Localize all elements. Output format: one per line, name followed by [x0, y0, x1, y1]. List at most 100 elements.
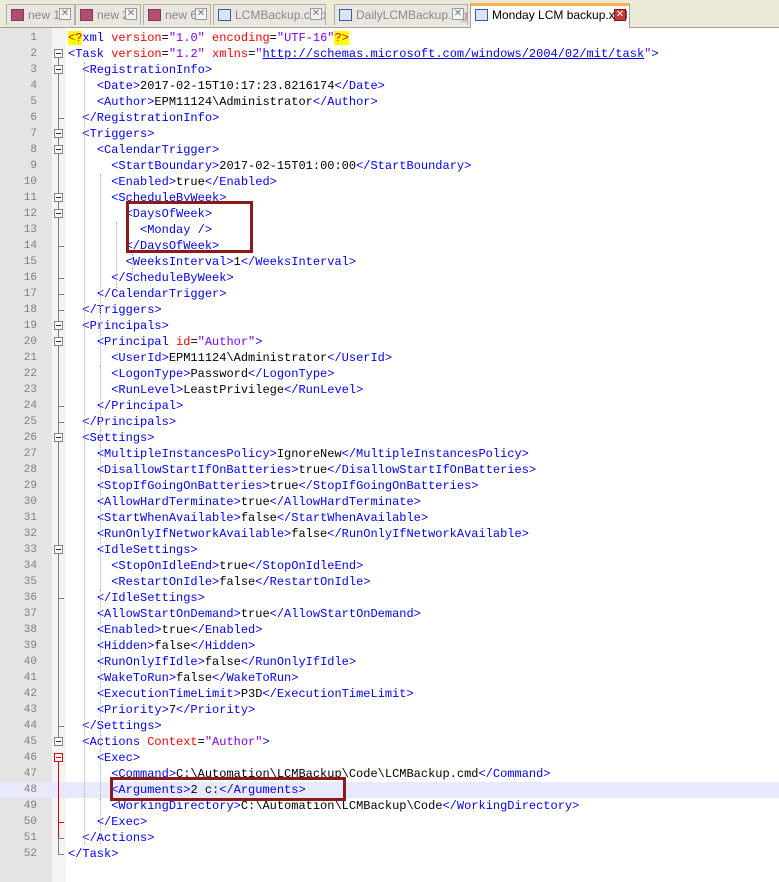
tab-3[interactable]: new 6 ✕	[143, 4, 211, 25]
code-line[interactable]: 12 <DaysOfWeek>	[0, 206, 779, 222]
code-line[interactable]: 41 <WakeToRun>false</WakeToRun>	[0, 670, 779, 686]
line-number: 11	[23, 192, 37, 204]
code-line[interactable]: 8 <CalendarTrigger>	[0, 142, 779, 158]
tab-close-icon[interactable]: ✕	[614, 9, 626, 21]
code-line[interactable]: 29 <StopIfGoingOnBatteries>true</StopIfG…	[0, 478, 779, 494]
fold-toggle-icon[interactable]	[54, 193, 63, 202]
code-line[interactable]: 20 <Principal id="Author">	[0, 334, 779, 350]
line-code: </Actions>	[68, 830, 154, 846]
xml-text	[68, 623, 97, 637]
xml-attribute: version	[111, 31, 162, 45]
tab-close-icon[interactable]: ✕	[452, 8, 464, 20]
line-code: <AllowStartOnDemand>true</AllowStartOnDe…	[68, 606, 421, 622]
xml-tag: </WakeToRun>	[212, 671, 299, 685]
highlight-box-days-of-week	[126, 201, 253, 253]
xml-tag: <StopIfGoingOnBatteries>	[96, 479, 270, 493]
tab-2[interactable]: new 2 ✕	[75, 4, 141, 25]
fold-end-marker	[58, 406, 64, 407]
line-number: 6	[30, 112, 37, 124]
xml-text: true	[176, 175, 205, 189]
fold-toggle-icon[interactable]	[54, 545, 63, 554]
code-line[interactable]: 22 <LogonType>Password</LogonType>	[0, 366, 779, 382]
code-line[interactable]: 28 <DisallowStartIfOnBatteries>true</Dis…	[0, 462, 779, 478]
code-line[interactable]: 31 <StartWhenAvailable>false</StartWhenA…	[0, 510, 779, 526]
fold-toggle-icon[interactable]	[54, 321, 63, 330]
code-line[interactable]: 19 <Principals>	[0, 318, 779, 334]
code-line[interactable]: 4 <Date>2017-02-15T10:17:23.8216174</Dat…	[0, 78, 779, 94]
code-line[interactable]: 10 <Enabled>true</Enabled>	[0, 174, 779, 190]
code-line[interactable]: 46 <Exec>	[0, 750, 779, 766]
fold-toggle-icon[interactable]	[54, 753, 63, 762]
code-line[interactable]: 33 <IdleSettings>	[0, 542, 779, 558]
tab-6[interactable]: Monday LCM backup.xml ✕	[470, 3, 630, 28]
code-line[interactable]: 51 </Actions>	[0, 830, 779, 846]
code-line[interactable]: 44 </Settings>	[0, 718, 779, 734]
fold-toggle-icon[interactable]	[54, 65, 63, 74]
code-line[interactable]: 26 <Settings>	[0, 430, 779, 446]
xml-text: 2017-02-15T01:00:00	[219, 159, 357, 173]
line-code: </Exec>	[68, 814, 147, 830]
xml-tag: </Date>	[334, 79, 385, 93]
xml-tag: </StopIfGoingOnBatteries>	[298, 479, 479, 493]
code-line[interactable]: 36 </IdleSettings>	[0, 590, 779, 606]
tab-close-icon[interactable]: ✕	[59, 8, 71, 20]
code-line[interactable]: 37 <AllowStartOnDemand>true</AllowStartO…	[0, 606, 779, 622]
fold-toggle-icon[interactable]	[54, 145, 63, 154]
code-line[interactable]: 32 <RunOnlyIfNetworkAvailable>false</Run…	[0, 526, 779, 542]
code-line[interactable]: 43 <Priority>7</Priority>	[0, 702, 779, 718]
fold-toggle-icon[interactable]	[54, 737, 63, 746]
xml-declaration: ?>	[334, 31, 349, 45]
tab-close-icon[interactable]: ✕	[125, 8, 137, 20]
code-line[interactable]: 39 <Hidden>false</Hidden>	[0, 638, 779, 654]
code-line[interactable]: 3 <RegistrationInfo>	[0, 62, 779, 78]
xml-tag: </ExecutionTimeLimit>	[262, 687, 414, 701]
code-line[interactable]: 25 </Principals>	[0, 414, 779, 430]
code-line[interactable]: 21 <UserId>EPM11124\Administrator</UserI…	[0, 350, 779, 366]
code-line[interactable]: 34 <StopOnIdleEnd>true</StopOnIdleEnd>	[0, 558, 779, 574]
fold-toggle-icon[interactable]	[54, 337, 63, 346]
code-line[interactable]: 42 <ExecutionTimeLimit>P3D</ExecutionTim…	[0, 686, 779, 702]
code-line[interactable]: 11 <ScheduleByWeek>	[0, 190, 779, 206]
fold-line-active	[58, 762, 59, 842]
code-line[interactable]: 38 <Enabled>true</Enabled>	[0, 622, 779, 638]
code-line[interactable]: 18 </Triggers>	[0, 302, 779, 318]
code-line[interactable]: 40 <RunOnlyIfIdle>false</RunOnlyIfIdle>	[0, 654, 779, 670]
code-line[interactable]: 23 <RunLevel>LeastPrivilege</RunLevel>	[0, 382, 779, 398]
code-line[interactable]: 7 <Triggers>	[0, 126, 779, 142]
code-line[interactable]: 30 <AllowHardTerminate>true</AllowHardTe…	[0, 494, 779, 510]
tab-close-icon[interactable]: ✕	[310, 8, 322, 20]
code-line[interactable]: 1 <?xml version="1.0" encoding="UTF-16"?>	[0, 30, 779, 46]
xml-tag: <Enabled>	[111, 175, 177, 189]
fold-toggle-icon[interactable]	[54, 129, 63, 138]
line-number: 41	[23, 672, 37, 684]
fold-toggle-icon[interactable]	[54, 433, 63, 442]
code-editor[interactable]: 1 <?xml version="1.0" encoding="UTF-16"?>…	[0, 28, 779, 882]
tab-4[interactable]: LCMBackup.cmd ✕	[213, 4, 326, 25]
xml-text: C:\Automation\LCMBackup\Code	[240, 799, 443, 813]
fold-end-marker	[58, 854, 64, 855]
xml-tag: </Triggers>	[82, 303, 162, 317]
code-line[interactable]: 27 <MultipleInstancesPolicy>IgnoreNew</M…	[0, 446, 779, 462]
line-code: <Date>2017-02-15T10:17:23.8216174</Date>	[68, 78, 385, 94]
fold-toggle-icon[interactable]	[54, 49, 63, 58]
code-line[interactable]: 6 </RegistrationInfo>	[0, 110, 779, 126]
tab-close-icon[interactable]: ✕	[195, 8, 207, 20]
code-line[interactable]: 9 <StartBoundary>2017-02-15T01:00:00</St…	[0, 158, 779, 174]
line-number: 30	[23, 496, 37, 508]
code-line[interactable]: 24 </Principal>	[0, 398, 779, 414]
xml-link[interactable]: http://schemas.microsoft.com/windows/200…	[262, 47, 644, 61]
xml-text	[68, 527, 97, 541]
code-line[interactable]: 5 <Author>EPM11124\Administrator</Author…	[0, 94, 779, 110]
code-line[interactable]: 45 <Actions Context="Author">	[0, 734, 779, 750]
xml-attribute: id	[176, 335, 191, 349]
fold-toggle-icon[interactable]	[54, 209, 63, 218]
code-line[interactable]: 52 </Task>	[0, 846, 779, 862]
tab-5[interactable]: DailyLCMBackup.log ✕	[334, 4, 468, 25]
line-number: 3	[30, 64, 37, 76]
code-line[interactable]: 35 <RestartOnIdle>false</RestartOnIdle>	[0, 574, 779, 590]
xml-tag: </RunOnlyIfNetworkAvailable>	[327, 527, 529, 541]
tab-1[interactable]: new 1 ✕	[6, 4, 75, 25]
code-line[interactable]: 50 </Exec>	[0, 814, 779, 830]
code-line[interactable]: 2 <Task version="1.2" xmlns="http://schem…	[0, 46, 779, 62]
xml-tag: </Exec>	[96, 815, 148, 829]
